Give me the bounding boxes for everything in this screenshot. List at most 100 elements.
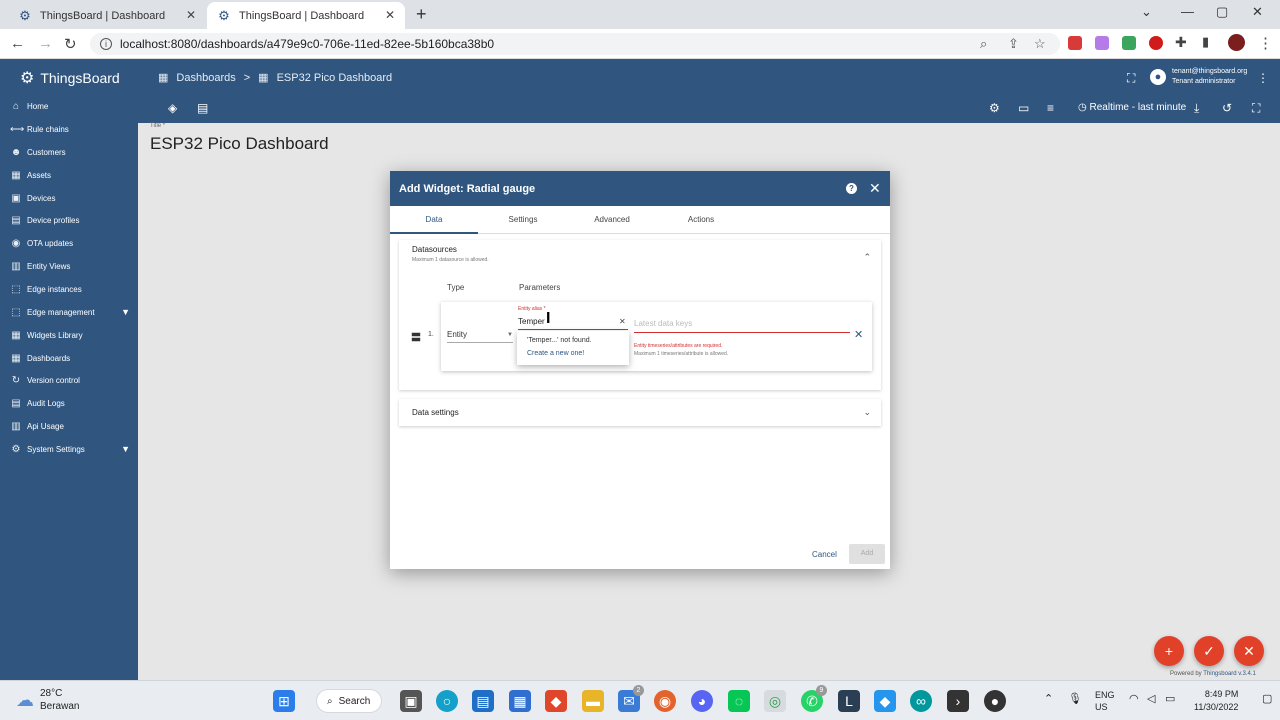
new-tab-icon[interactable]: +	[416, 4, 427, 25]
sidebar-item-version-control[interactable]: ↻ Version control	[0, 369, 138, 391]
side-panel-icon[interactable]: ▮	[1202, 34, 1209, 50]
app-l-icon[interactable]: L	[838, 690, 860, 712]
tray-chevron-up-icon[interactable]: ⌃	[1044, 693, 1053, 705]
firefox-icon[interactable]: ◉	[654, 690, 676, 712]
sidebar-item-widgets-library[interactable]: ▦ Widgets Library	[0, 324, 138, 346]
terminal-icon[interactable]: ›	[947, 690, 969, 712]
sidebar-item-assets[interactable]: ▦ Assets	[0, 164, 138, 186]
tab-settings[interactable]: Settings	[479, 215, 567, 224]
datasource-type-select[interactable]: Entity ▼	[447, 330, 513, 343]
back-icon[interactable]: ←	[10, 35, 25, 52]
address-bar[interactable]: i localhost:8080/dashboards/a479e9c0-706…	[90, 33, 1060, 55]
file-explorer-icon[interactable]: ▬	[582, 690, 604, 712]
breadcrumb-dashboards[interactable]: Dashboards	[176, 72, 235, 84]
drag-handle-icon[interactable]: 〓	[411, 329, 421, 344]
forward-icon[interactable]: →	[38, 35, 53, 52]
browser-tab-2[interactable]: ⚙ ThingsBoard | Dashboard ✕	[207, 2, 405, 29]
wifi-icon[interactable]: ◠	[1129, 693, 1139, 705]
add-button[interactable]: Add	[849, 544, 885, 564]
sidebar-item-device-profiles[interactable]: ▤ Device profiles	[0, 209, 138, 231]
download-icon[interactable]: ⤓	[1194, 101, 1199, 116]
maximize-icon[interactable]: ▢	[1216, 4, 1228, 20]
extensions-puzzle-icon[interactable]: ✚	[1175, 34, 1187, 51]
volume-icon[interactable]: ◁	[1147, 693, 1155, 705]
close-tab-icon[interactable]: ✕	[385, 8, 395, 22]
minimize-icon[interactable]: —	[1181, 4, 1194, 19]
mail-icon[interactable]: ✉ 2	[618, 685, 644, 712]
obs-icon[interactable]: ●	[984, 690, 1006, 712]
sidebar-item-home[interactable]: ⌂ Home	[0, 95, 138, 117]
tab-data[interactable]: Data	[390, 215, 478, 224]
browser-tab-1[interactable]: ⚙ ThingsBoard | Dashboard ✕	[8, 2, 206, 29]
close-tab-icon[interactable]: ✕	[186, 8, 196, 22]
layers-icon[interactable]: ◈	[168, 101, 177, 115]
whatsapp-icon[interactable]: ✆ 9	[801, 685, 827, 712]
extension-3-icon[interactable]	[1122, 36, 1136, 50]
zoom-icon[interactable]: ⌕	[980, 36, 987, 52]
discord-icon[interactable]: ◕	[691, 690, 713, 712]
start-icon[interactable]: ⊞	[273, 690, 295, 712]
sidebar-item-dashboards[interactable]: ▦ Dashboards	[0, 347, 138, 369]
reload-icon[interactable]: ↻	[64, 35, 77, 53]
cortana-icon[interactable]: ○	[436, 690, 458, 712]
powered-link[interactable]: Thingsboard v.3.4.1	[1203, 671, 1256, 677]
notifications-icon[interactable]: ▢	[1262, 693, 1272, 705]
sidebar-item-api-usage[interactable]: ▥ Api Usage	[0, 415, 138, 437]
close-window-icon[interactable]: ✕	[1252, 4, 1263, 20]
clear-alias-icon[interactable]: ✕	[619, 317, 626, 326]
chrome-icon[interactable]: ◎	[764, 690, 786, 712]
arduino-icon[interactable]: ∞	[910, 690, 932, 712]
data-settings-panel[interactable]: Data settings ⌄	[399, 399, 881, 426]
extension-4-icon[interactable]	[1149, 36, 1163, 50]
extension-2-icon[interactable]	[1095, 36, 1109, 50]
store-icon[interactable]: ▤	[472, 690, 494, 712]
taskbar-search-button[interactable]: ⌕ Search	[316, 689, 382, 713]
line-icon[interactable]: ◌	[728, 690, 750, 712]
dashboard-settings-icon[interactable]: ⚙	[989, 101, 1000, 115]
create-new-alias-link[interactable]: Create a new one!	[527, 350, 584, 357]
sidebar-item-customers[interactable]: ☻ Customers	[0, 141, 138, 163]
sidebar-item-audit-logs[interactable]: ▤ Audit Logs	[0, 392, 138, 414]
sidebar-item-edge-management[interactable]: ⬚ Edge management ▼	[0, 301, 138, 323]
sidebar-item-devices[interactable]: ▣ Devices	[0, 187, 138, 209]
profile-avatar[interactable]	[1228, 34, 1245, 51]
battery-icon[interactable]: ▭	[1165, 693, 1175, 705]
add-widget-fab[interactable]: +	[1154, 636, 1184, 666]
bookmark-star-icon[interactable]: ☆	[1034, 36, 1046, 52]
entity-aliases-icon[interactable]: ▤	[197, 101, 208, 115]
share-icon[interactable]: ⇪	[1008, 36, 1019, 52]
help-icon[interactable]: ?	[846, 183, 857, 194]
layout-icon[interactable]: ▭	[1018, 101, 1029, 115]
timewindow-button[interactable]: ◷ Realtime - last minute	[1078, 102, 1186, 113]
task-view-icon[interactable]: ▣	[400, 690, 422, 712]
cancel-button[interactable]: Cancel	[812, 550, 837, 559]
filter-icon[interactable]: ≡	[1047, 101, 1054, 115]
more-vert-icon[interactable]: ⋮	[1257, 71, 1269, 85]
fullscreen-icon[interactable]: ⛶	[1127, 71, 1135, 86]
tab-search-icon[interactable]: ⌄	[1141, 4, 1152, 20]
sidebar-item-edge-instances[interactable]: ⬚ Edge instances	[0, 278, 138, 300]
site-info-icon[interactable]: i	[100, 38, 112, 50]
docker-icon[interactable]: ◆	[874, 690, 896, 712]
taskbar-clock[interactable]: 8:49 PM 11/30/2022	[1194, 688, 1238, 714]
tab-actions[interactable]: Actions	[657, 215, 745, 224]
office-icon[interactable]: ◆	[545, 690, 567, 712]
remove-datasource-icon[interactable]: ✕	[854, 328, 863, 341]
dashboard-title-input[interactable]: ESP32 Pico Dashboard	[150, 134, 329, 154]
close-icon[interactable]: ✕	[869, 180, 881, 197]
sidebar-item-ota-updates[interactable]: ◉ OTA updates	[0, 232, 138, 254]
browser-menu-icon[interactable]: ⋮	[1258, 34, 1273, 52]
weather-widget[interactable]: ☁ 28°C Berawan	[16, 687, 79, 713]
cancel-fab[interactable]: ✕	[1234, 636, 1264, 666]
sidebar-item-entity-views[interactable]: ▥ Entity Views	[0, 255, 138, 277]
expand-icon[interactable]: ⛶	[1252, 101, 1260, 116]
latest-data-keys-input[interactable]: Latest data keys	[634, 319, 850, 333]
chevron-down-icon[interactable]: ⌄	[863, 407, 871, 418]
extension-1-icon[interactable]	[1068, 36, 1082, 50]
entity-alias-input[interactable]: Temper	[518, 317, 628, 330]
tab-advanced[interactable]: Advanced	[568, 215, 656, 224]
history-icon[interactable]: ↺	[1222, 101, 1232, 115]
thingsboard-logo[interactable]: ⚙ ThingsBoard	[20, 68, 120, 88]
sidebar-item-rule-chains[interactable]: ⟷ Rule chains	[0, 118, 138, 140]
sidebar-item-system-settings[interactable]: ⚙ System Settings ▼	[0, 438, 138, 460]
